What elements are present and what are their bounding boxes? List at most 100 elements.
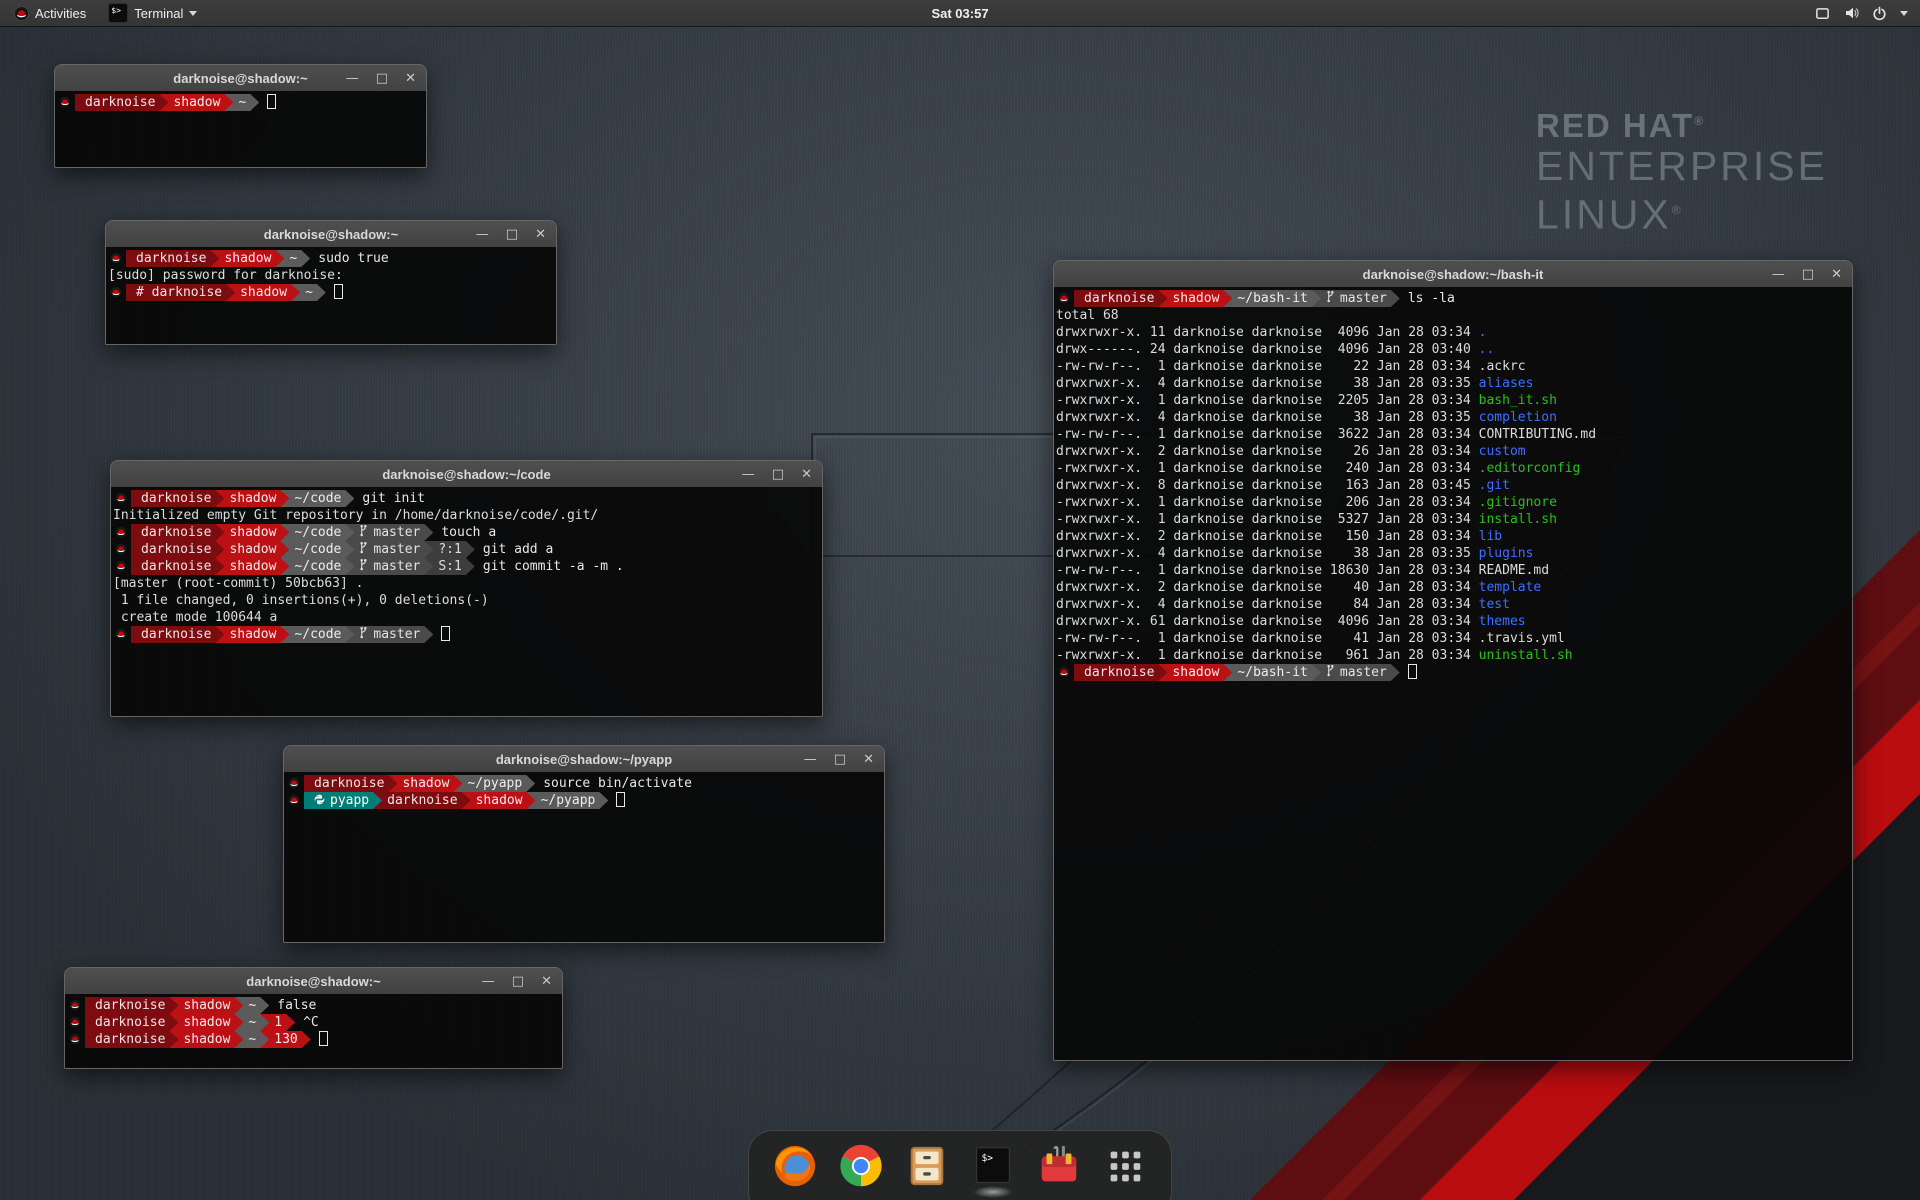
prompt-segment-host: shadow [215, 626, 289, 643]
terminal-line: darknoiseshadow~/pyappsource bin/activat… [286, 775, 882, 792]
output-text: -rwxrwxr-x. 1 darknoise darknoise 2205 J… [1056, 393, 1479, 408]
maximize-button[interactable]: □ [506, 228, 518, 241]
prompt-segment-host: shadow [226, 284, 300, 301]
maximize-button[interactable]: □ [1802, 268, 1814, 281]
output-text: drwxrwxr-x. 4 darknoise darknoise 38 Jan… [1056, 376, 1479, 391]
output-text: -rwxrwxr-x. 1 darknoise darknoise 961 Ja… [1056, 648, 1479, 663]
close-button[interactable]: ✕ [405, 72, 416, 85]
prompt-segment-path: ~/code [280, 626, 354, 643]
output-text: drwxrwxr-x. 4 darknoise darknoise 38 Jan… [1056, 546, 1479, 561]
minimize-button[interactable]: — [346, 72, 359, 85]
window-titlebar[interactable]: darknoise@shadow:~/bash-it — □ ✕ [1054, 261, 1852, 287]
chrome-icon [838, 1143, 884, 1189]
dock-icon-chrome[interactable] [837, 1142, 885, 1190]
close-button[interactable]: ✕ [863, 753, 874, 766]
prompt-segment-user: # darknoise [126, 284, 235, 301]
terminal-line: -rw-rw-r--. 1 darknoise darknoise 18630 … [1056, 562, 1850, 579]
window-titlebar[interactable]: darknoise@shadow:~ — □ ✕ [106, 221, 556, 247]
command-text: git init [362, 491, 425, 506]
terminal-content[interactable]: darknoiseshadow~/pyappsource bin/activat… [284, 772, 884, 942]
terminal-line: [master (root-commit) 50bcb63] . [113, 575, 820, 592]
minimize-button[interactable]: — [476, 228, 489, 241]
app-menu-label: Terminal [134, 6, 183, 21]
top-bar: Activities $> Terminal Sat 03:57 [0, 0, 1920, 26]
maximize-button[interactable]: □ [834, 753, 846, 766]
close-button[interactable]: ✕ [535, 228, 546, 241]
minimize-button[interactable]: — [742, 468, 755, 481]
redhat-prompt-icon [69, 1016, 81, 1028]
window-titlebar[interactable]: darknoise@shadow:~ — □ ✕ [65, 968, 562, 994]
close-button[interactable]: ✕ [541, 975, 552, 988]
prompt-segment-user: darknoise [131, 626, 224, 643]
command-text: git add a [483, 542, 553, 557]
output-text: install.sh [1479, 512, 1557, 527]
output-text: -rwxrwxr-x. 1 darknoise darknoise 206 Ja… [1056, 495, 1479, 510]
minimize-button[interactable]: — [804, 753, 817, 766]
dock-icon-files[interactable] [903, 1142, 951, 1190]
terminal-line: [sudo] password for darknoise: [108, 267, 554, 284]
maximize-button[interactable]: □ [512, 975, 524, 988]
terminal-line: -rw-rw-r--. 1 darknoise darknoise 3622 J… [1056, 426, 1850, 443]
app-menu-terminal[interactable]: $> Terminal [100, 0, 205, 26]
dock-icon-firefox[interactable] [771, 1142, 819, 1190]
terminal-content[interactable]: darknoiseshadow~/codegit initInitialized… [111, 487, 822, 716]
output-text: -rw-rw-r--. 1 darknoise darknoise 22 Jan… [1056, 359, 1479, 374]
output-text: CONTRIBUTING.md [1479, 427, 1596, 442]
prompt-segment-host: shadow [159, 94, 233, 111]
close-button[interactable]: ✕ [801, 468, 812, 481]
terminal-content[interactable]: darknoiseshadow~ [55, 91, 426, 167]
redhat-prompt-icon [110, 252, 122, 264]
system-status-area[interactable] [1809, 0, 1914, 26]
minimize-button[interactable]: — [482, 975, 495, 988]
maximize-button[interactable]: □ [772, 468, 784, 481]
redhat-prompt-icon [1058, 292, 1070, 304]
window-title: darknoise@shadow:~/pyapp [496, 752, 672, 767]
command-text: git commit -a -m . [483, 559, 624, 574]
prompt-segment-path: ~/code [280, 541, 354, 558]
terminal-content[interactable]: darknoiseshadow~falsedarknoiseshadow~1^C… [65, 994, 562, 1068]
window-titlebar[interactable]: darknoise@shadow:~ — □ ✕ [55, 65, 426, 91]
output-text: .editorconfig [1479, 461, 1581, 476]
minimize-button[interactable]: — [1772, 268, 1785, 281]
terminal-cursor [1408, 664, 1417, 679]
dock-icon-toolbox[interactable] [1035, 1142, 1083, 1190]
terminal-line: -rwxrwxr-x. 1 darknoise darknoise 240 Ja… [1056, 460, 1850, 477]
activities-button[interactable]: Activities [8, 0, 92, 26]
output-text: template [1479, 580, 1542, 595]
terminal-line: darknoiseshadow~ [57, 94, 424, 111]
maximize-button[interactable]: □ [376, 72, 388, 85]
prompt-segment-user: darknoise [131, 558, 224, 575]
prompt-segment-path: ~/bash-it [1223, 290, 1320, 307]
terminal-icon: $> [970, 1143, 1016, 1189]
terminal-line: darknoiseshadow~/codemaster?:1git add a [113, 541, 820, 558]
dock-icon-terminal[interactable]: $> [969, 1142, 1017, 1190]
output-text: .travis.yml [1479, 631, 1565, 646]
window-title: darknoise@shadow:~ [264, 227, 398, 242]
window-titlebar[interactable]: darknoise@shadow:~/pyapp — □ ✕ [284, 746, 884, 772]
terminal-line: drwxrwxr-x. 4 darknoise darknoise 84 Jan… [1056, 596, 1850, 613]
app-grid-icon [1102, 1143, 1148, 1189]
terminal-content[interactable]: darknoiseshadow~sudo true[sudo] password… [106, 247, 556, 344]
branding-line1: RED HAT [1536, 107, 1694, 144]
prompt-segment-branch: master [1312, 664, 1400, 681]
terminal-window: darknoise@shadow:~ — □ ✕ darknoiseshadow… [64, 967, 563, 1069]
terminal-content[interactable]: darknoiseshadow~/bash-itmasterls -latota… [1054, 287, 1852, 1060]
redhat-prompt-icon [115, 526, 127, 538]
prompt-segment-path: ~/code [280, 524, 354, 541]
window-titlebar[interactable]: darknoise@shadow:~/code — □ ✕ [111, 461, 822, 487]
redhat-prompt-icon [115, 492, 127, 504]
terminal-line: drwxrwxr-x. 4 darknoise darknoise 38 Jan… [1056, 409, 1850, 426]
close-button[interactable]: ✕ [1831, 268, 1842, 281]
svg-text:$>: $> [982, 1153, 994, 1164]
output-text: -rwxrwxr-x. 1 darknoise darknoise 5327 J… [1056, 512, 1479, 527]
output-text: -rw-rw-r--. 1 darknoise darknoise 41 Jan… [1056, 631, 1479, 646]
redhat-prompt-icon [69, 1033, 81, 1045]
output-text: uninstall.sh [1479, 648, 1573, 663]
redhat-prompt-icon [115, 628, 127, 640]
prompt-segment-user: darknoise [304, 775, 397, 792]
dock-icon-app-grid[interactable] [1101, 1142, 1149, 1190]
output-text: drwxrwxr-x. 4 darknoise darknoise 38 Jan… [1056, 410, 1479, 425]
prompt-segment-host: shadow [1158, 290, 1232, 307]
prompt-segment-branch: master [345, 524, 433, 541]
clock[interactable]: Sat 03:57 [931, 6, 988, 21]
